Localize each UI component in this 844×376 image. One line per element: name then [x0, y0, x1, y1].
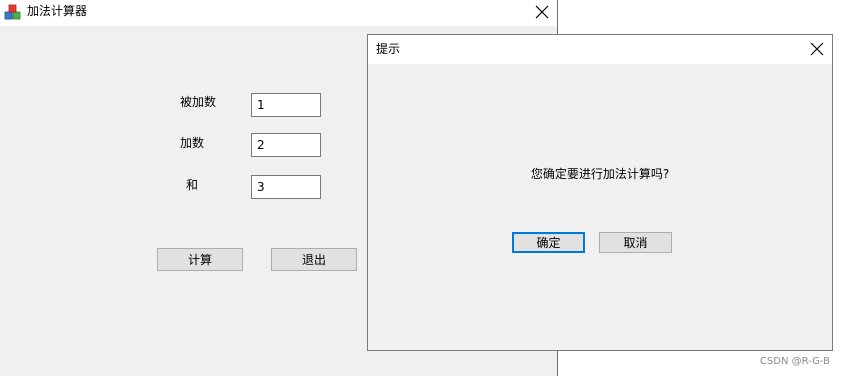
augend-input[interactable]: 2	[251, 133, 321, 157]
sum-label: 和	[186, 178, 199, 192]
calculate-button[interactable]: 计算	[157, 248, 243, 271]
main-titlebar[interactable]: 加法计算器	[0, 0, 557, 26]
close-icon	[810, 42, 824, 56]
sum-input[interactable]: 3	[251, 175, 321, 199]
cancel-button[interactable]: 取消	[599, 232, 672, 253]
main-close-button[interactable]	[527, 0, 557, 24]
exit-button[interactable]: 退出	[271, 248, 357, 271]
app-calculator-icon	[4, 4, 21, 21]
ok-button[interactable]: 确定	[512, 232, 585, 253]
confirm-dialog: 提示 您确定要进行加法计算吗? 确定 取消	[367, 34, 833, 351]
close-icon	[535, 5, 549, 19]
augend-label: 加数	[180, 136, 205, 150]
dialog-titlebar[interactable]: 提示	[368, 35, 832, 64]
window-title: 加法计算器	[27, 4, 88, 18]
dialog-message: 您确定要进行加法计算吗?	[530, 167, 670, 181]
dialog-title: 提示	[376, 42, 401, 56]
dialog-close-button[interactable]	[802, 37, 832, 61]
addend-input[interactable]: 1	[251, 93, 321, 117]
addend-label: 被加数	[180, 95, 217, 109]
watermark: CSDN @R-G-B	[759, 356, 830, 367]
